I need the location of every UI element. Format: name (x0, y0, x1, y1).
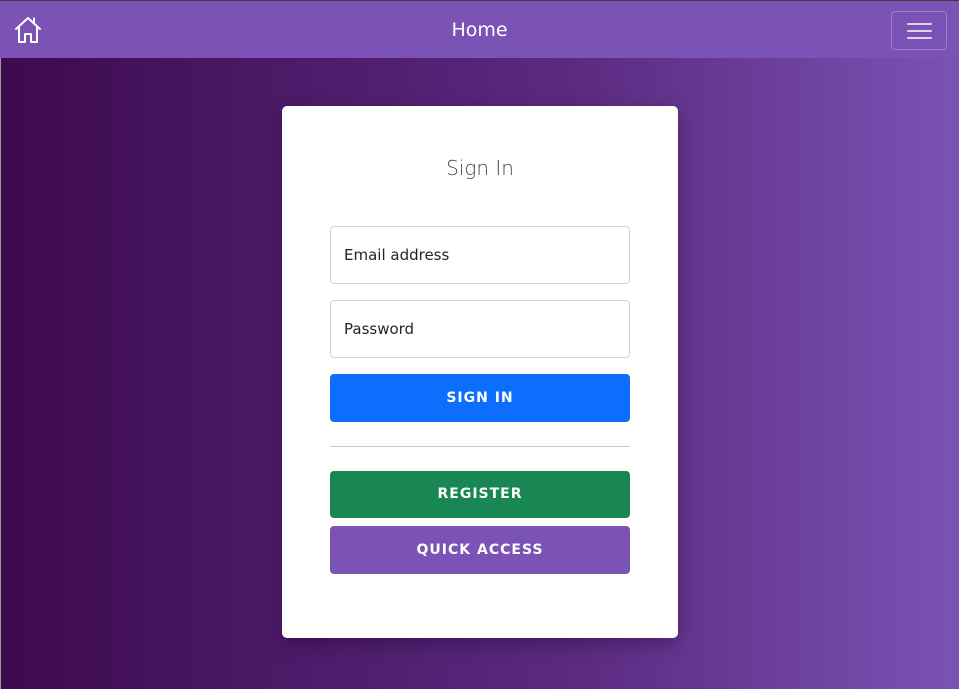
register-button[interactable]: REGISTER (330, 471, 630, 518)
quick-access-button[interactable]: QUICK ACCESS (330, 526, 630, 574)
password-field-label: Password (344, 320, 415, 338)
email-field[interactable]: Email address (330, 226, 630, 284)
password-field[interactable]: Password (330, 300, 630, 358)
email-field-label: Email address (344, 246, 450, 264)
signin-button[interactable]: SIGN IN (330, 374, 630, 422)
page-title: Home (451, 19, 508, 41)
navbar-toggler-button[interactable] (891, 11, 947, 50)
divider (330, 446, 630, 447)
signin-title: Sign In (446, 156, 514, 180)
signin-card: Sign In Email address Password SIGN IN R… (282, 106, 678, 638)
window-edge (0, 58, 1, 689)
top-navbar: Home (0, 0, 959, 58)
